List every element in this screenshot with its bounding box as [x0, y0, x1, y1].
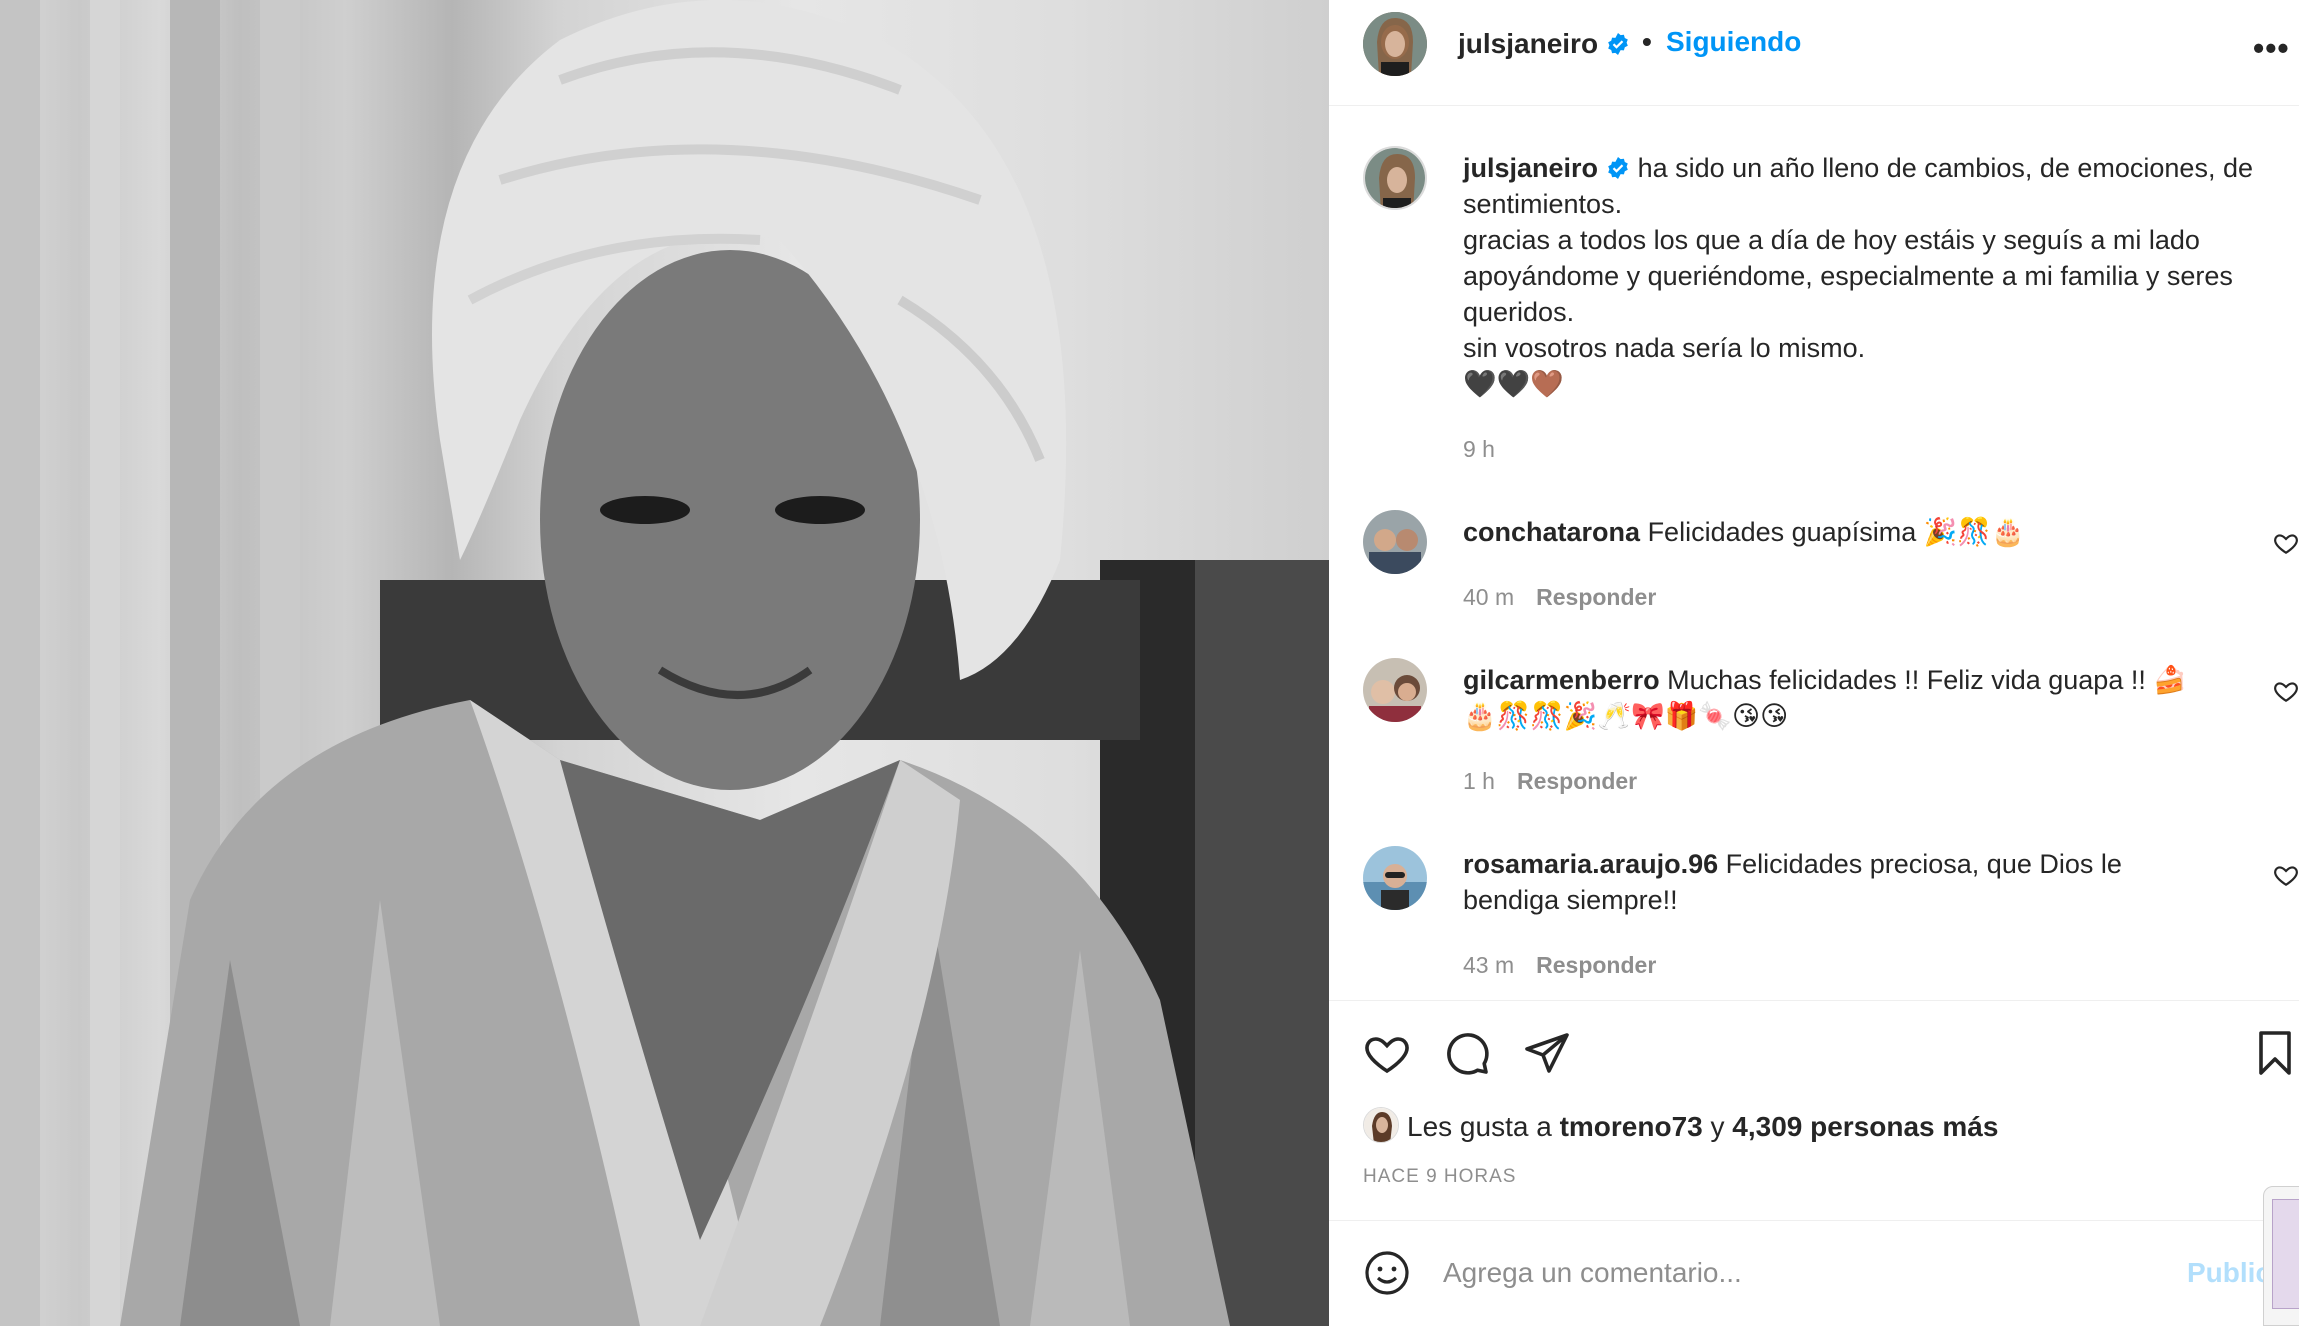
- comment-message-line-2: 🎂🎊🎊🎉🥂🎀🎁🍬😘😘: [1463, 701, 1789, 731]
- like-comment-heart-icon[interactable]: [2273, 862, 2299, 888]
- comment-time: 43 m: [1463, 952, 1515, 978]
- comment-message-line-2: bendiga siempre!!: [1463, 885, 1678, 915]
- commenter-avatar[interactable]: [1363, 658, 1427, 722]
- comment-message: Muchas felicidades !! Feliz vida guapa !…: [1667, 665, 2187, 695]
- comment-text: gilcarmenberro Muchas felicidades !! Fel…: [1463, 662, 2299, 734]
- like-comment-heart-icon[interactable]: [2273, 530, 2299, 556]
- comment-message: Felicidades guapísima 🎉🎊🎂: [1647, 517, 2025, 547]
- caption-line-5: queridos.: [1463, 297, 1575, 327]
- likes-prefix: Les gusta a: [1407, 1111, 1552, 1142]
- post-timestamp[interactable]: HACE 9 HORAS: [1363, 1166, 1516, 1188]
- comment-username[interactable]: conchatarona: [1463, 517, 1640, 547]
- caption-username[interactable]: julsjaneiro: [1463, 153, 1598, 183]
- comments-section[interactable]: julsjaneiro ha sido un año lleno de camb…: [1329, 106, 2299, 1000]
- comment-composer: Publicar: [1329, 1220, 2299, 1326]
- save-bookmark-icon[interactable]: [2251, 1029, 2299, 1077]
- comment-username[interactable]: gilcarmenberro: [1463, 665, 1660, 695]
- emoji-picker-icon[interactable]: [1363, 1249, 1411, 1297]
- caption-avatar[interactable]: [1363, 146, 1427, 210]
- likes-count[interactable]: 4,309 personas más: [1732, 1111, 1998, 1142]
- caption-line-3: gracias a todos los que a día de hoy est…: [1463, 225, 2200, 255]
- liker-avatar: [1363, 1107, 1399, 1143]
- following-button[interactable]: Siguiendo: [1666, 26, 1801, 58]
- author-username[interactable]: julsjaneiro: [1458, 28, 1630, 60]
- like-comment-heart-icon[interactable]: [2273, 678, 2299, 704]
- comment-meta: 43 m Responder: [1463, 952, 1656, 979]
- likes-joiner: y: [1710, 1111, 1725, 1142]
- comment-username[interactable]: rosamaria.araujo.96: [1463, 849, 1718, 879]
- share-paper-plane-icon[interactable]: [1523, 1029, 1571, 1077]
- comment-input[interactable]: [1443, 1253, 2143, 1293]
- comment-text: rosamaria.araujo.96 Felicidades preciosa…: [1463, 846, 2299, 918]
- overlapping-window-content: [2272, 1199, 2299, 1309]
- caption-line-6: sin vosotros nada sería lo mismo.: [1463, 333, 1866, 363]
- caption-line-4: apoyándome y queriéndome, especialmente …: [1463, 261, 2233, 291]
- author-username-text[interactable]: julsjaneiro: [1458, 28, 1598, 59]
- reply-button[interactable]: Responder: [1517, 768, 1637, 794]
- caption-time-text: 9 h: [1463, 436, 1495, 462]
- caption-line-2: sentimientos.: [1463, 189, 1623, 219]
- ellipsis-icon[interactable]: •••: [2253, 30, 2290, 67]
- commenter-avatar[interactable]: [1363, 510, 1427, 574]
- comment-time: 40 m: [1463, 584, 1515, 610]
- post-details-panel: julsjaneiro • Siguiendo ••• julsjaneiro …: [1329, 0, 2299, 1326]
- caption-line-1: ha sido un año lleno de cambios, de emoc…: [1637, 153, 2253, 183]
- post-header: julsjaneiro • Siguiendo •••: [1329, 0, 2299, 106]
- caption-time: 9 h: [1463, 436, 1495, 463]
- post-actions: Les gusta a tmoreno73 y 4,309 personas m…: [1329, 1000, 2299, 1220]
- liker-username[interactable]: tmoreno73: [1560, 1111, 1703, 1142]
- reply-button[interactable]: Responder: [1536, 952, 1656, 978]
- comment-bubble-icon[interactable]: [1443, 1029, 1491, 1077]
- caption-text: julsjaneiro ha sido un año lleno de camb…: [1463, 150, 2299, 402]
- comment-message: Felicidades preciosa, que Dios le: [1725, 849, 2122, 879]
- like-heart-icon[interactable]: [1363, 1029, 1411, 1077]
- likes-text: Les gusta a tmoreno73 y 4,309 personas m…: [1407, 1111, 1998, 1143]
- post-image-illustration: [0, 0, 1329, 1326]
- overlapping-window-edge: [2263, 1186, 2299, 1326]
- verified-badge-icon: [1608, 157, 1628, 179]
- verified-badge-icon: [1608, 33, 1628, 55]
- commenter-avatar[interactable]: [1363, 846, 1427, 910]
- caption-emoji: 🖤🖤🤎: [1463, 369, 1564, 399]
- author-avatar[interactable]: [1363, 12, 1427, 76]
- comment-meta: 1 h Responder: [1463, 768, 1637, 795]
- post-photo[interactable]: [0, 0, 1329, 1326]
- header-separator: •: [1642, 26, 1652, 57]
- comment-time: 1 h: [1463, 768, 1495, 794]
- comment-meta: 40 m Responder: [1463, 584, 1656, 611]
- reply-button[interactable]: Responder: [1536, 584, 1656, 610]
- comment-text: conchatarona Felicidades guapísima 🎉🎊🎂: [1463, 514, 2299, 550]
